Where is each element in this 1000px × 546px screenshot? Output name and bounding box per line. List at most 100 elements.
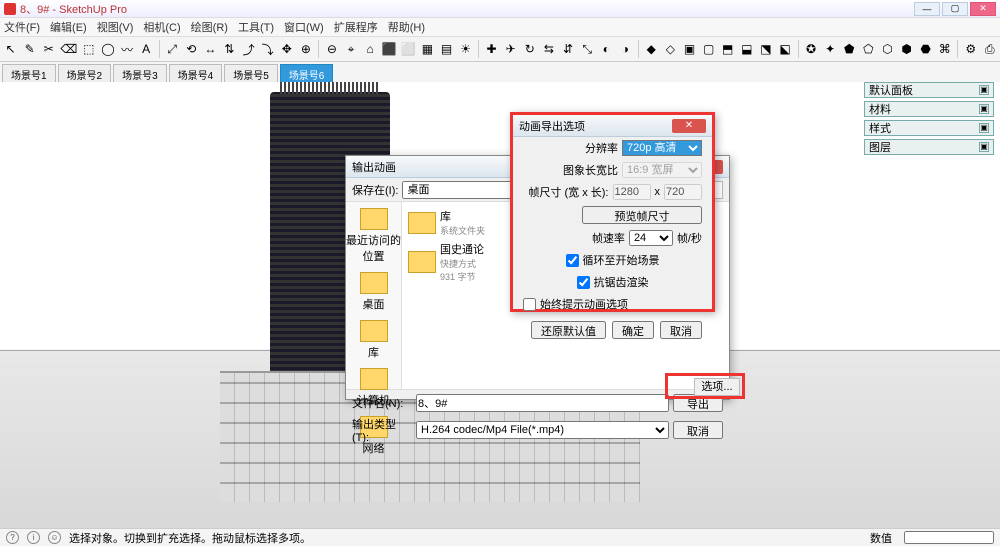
scene-tab[interactable]: 场景号5	[224, 64, 278, 82]
minimize-button[interactable]: —	[914, 2, 940, 16]
toolbar-button[interactable]: ✎	[21, 39, 38, 59]
toolbar-button[interactable]: ↖	[2, 39, 19, 59]
toolbar-button[interactable]: ◇	[662, 39, 679, 59]
places-item[interactable]: 桌面	[360, 272, 388, 312]
menu-item[interactable]: 帮助(H)	[388, 19, 425, 35]
toolbar-button[interactable]: ⇅	[221, 39, 238, 59]
toolbar-button[interactable]: ⬕	[777, 39, 794, 59]
toolbar-button[interactable]: ↻	[521, 39, 538, 59]
panel-header[interactable]: 材料▣	[864, 101, 994, 117]
scene-tab[interactable]: 场景号4	[169, 64, 223, 82]
toolbar-button[interactable]: ▤	[438, 39, 455, 59]
export-cancel-button[interactable]: 取消	[660, 321, 702, 339]
menu-item[interactable]: 编辑(E)	[50, 19, 87, 35]
toolbar-button[interactable]: ↔	[202, 39, 219, 59]
filetype-select[interactable]: H.264 codec/Mp4 File(*.mp4)	[416, 421, 669, 439]
toolbar-button[interactable]: ⬚	[80, 39, 97, 59]
toolbar-button[interactable]: ◐	[598, 39, 615, 59]
toolbar-button[interactable]: ⇵	[559, 39, 576, 59]
toolbar-button[interactable]: ☀	[457, 39, 474, 59]
toolbar-button[interactable]: ⌂	[362, 39, 379, 59]
toolbar-button[interactable]: ⤡	[579, 39, 596, 59]
resolution-select[interactable]: 720p 高清	[622, 140, 702, 156]
menu-item[interactable]: 绘图(R)	[191, 19, 228, 35]
toolbar-button[interactable]: ▢	[700, 39, 717, 59]
toolbar-button[interactable]: ▦	[419, 39, 436, 59]
fps-select[interactable]: 24	[629, 230, 673, 246]
status-text: 选择对象。切换到扩充选择。拖动鼠标选择多项。	[69, 530, 311, 546]
filename-input[interactable]	[416, 394, 669, 412]
toolbar-button[interactable]: ⌖	[342, 39, 359, 59]
scene-tab[interactable]: 场景号6	[280, 64, 334, 82]
toolbar-button[interactable]: ⊖	[323, 39, 340, 59]
user-icon[interactable]: ☺	[48, 531, 61, 544]
panel-header[interactable]: 图层▣	[864, 139, 994, 155]
loop-checkbox[interactable]	[566, 254, 579, 267]
export-dialog-title: 动画导出选项	[519, 118, 672, 134]
toolbar-button[interactable]: 〰	[119, 39, 136, 59]
toolbar-button[interactable]: ⬔	[757, 39, 774, 59]
frame-width-input	[613, 184, 651, 200]
places-item[interactable]: 库	[360, 320, 388, 360]
toolbar-button[interactable]: ✂	[40, 39, 57, 59]
toolbar-button[interactable]: ⤴	[240, 39, 257, 59]
always-prompt-checkbox[interactable]	[523, 298, 536, 311]
scene-tab[interactable]: 场景号3	[113, 64, 167, 82]
preview-size-button[interactable]: 预览帧尺寸	[582, 206, 702, 224]
toolbar-button[interactable]: ⌘	[936, 39, 953, 59]
toolbar-button[interactable]: ⬣	[917, 39, 934, 59]
help-icon[interactable]: ?	[6, 531, 19, 544]
cancel-button[interactable]: 取消	[673, 421, 723, 439]
toolbar-button[interactable]: ⌫	[59, 39, 78, 59]
measurements-input[interactable]	[904, 531, 994, 544]
toolbar-button[interactable]: ⬢	[898, 39, 915, 59]
toolbar-button[interactable]: ✪	[802, 39, 819, 59]
scene-tab[interactable]: 场景号1	[2, 64, 56, 82]
main-toolbar: ↖✎✂⌫⬚◯〰A ⤢⟲↔⇅⤴⤵✥⊕ ⊖⌖⌂⬛⬜▦▤☀ ✚✈↻⇆⇵⤡◐◑ ◆◇▣▢⬒⬓⬔⬕…	[0, 36, 1000, 62]
toolbar-button[interactable]: ⬒	[719, 39, 736, 59]
menu-item[interactable]: 相机(C)	[143, 19, 180, 35]
toolbar-button[interactable]: ⤵	[259, 39, 276, 59]
toolbar-button[interactable]: ◯	[99, 39, 116, 59]
places-item[interactable]: 最近访问的位置	[346, 208, 401, 264]
menu-item[interactable]: 视图(V)	[97, 19, 134, 35]
toolbar-button[interactable]: ⬓	[738, 39, 755, 59]
toolbar-button[interactable]: ⎙	[981, 39, 998, 59]
export-close-button[interactable]: ✕	[672, 119, 706, 133]
toolbar-button[interactable]: ⬡	[879, 39, 896, 59]
toolbar-button[interactable]: ✦	[822, 39, 839, 59]
menu-item[interactable]: 扩展程序	[334, 19, 378, 35]
toolbar-button[interactable]: ⊕	[297, 39, 314, 59]
info-icon[interactable]: i	[27, 531, 40, 544]
toolbar-button[interactable]: ⬠	[860, 39, 877, 59]
toolbar-button[interactable]: ⬛	[381, 39, 398, 59]
menu-item[interactable]: 文件(F)	[4, 19, 40, 35]
panel-header[interactable]: 默认面板▣	[864, 82, 994, 98]
close-button[interactable]: ✕	[970, 2, 996, 16]
scene-tab[interactable]: 场景号2	[58, 64, 112, 82]
menu-item[interactable]: 工具(T)	[238, 19, 274, 35]
menu-item[interactable]: 窗口(W)	[284, 19, 324, 35]
antialias-checkbox[interactable]	[577, 276, 590, 289]
toolbar-button[interactable]: ▣	[681, 39, 698, 59]
maximize-button[interactable]: ▢	[942, 2, 968, 16]
toolbar-button[interactable]: ◑	[617, 39, 634, 59]
panel-header[interactable]: 样式▣	[864, 120, 994, 136]
toolbar-button[interactable]: ✥	[278, 39, 295, 59]
toolbar-button[interactable]: ⬜	[400, 39, 417, 59]
toolbar-button[interactable]: ⟲	[183, 39, 200, 59]
toolbar-button[interactable]: ⬟	[841, 39, 858, 59]
toolbar-button[interactable]: ⤢	[164, 39, 181, 59]
ok-button[interactable]: 确定	[612, 321, 654, 339]
restore-defaults-button[interactable]: 还原默认值	[531, 321, 606, 339]
toolbar-button[interactable]: ⇆	[540, 39, 557, 59]
toolbar-button[interactable]: ✚	[483, 39, 500, 59]
measurements-label: 数值	[870, 530, 892, 546]
options-button[interactable]: 选项...	[694, 378, 740, 396]
toolbar-button[interactable]: ◆	[643, 39, 660, 59]
export-options-dialog: 动画导出选项 ✕ 分辨率 720p 高清 图象长宽比 16:9 宽屏 帧尺寸 (…	[510, 112, 715, 312]
toolbar-button[interactable]: ✈	[502, 39, 519, 59]
aspect-ratio-label: 图象长宽比	[563, 162, 618, 178]
toolbar-button[interactable]: A	[138, 39, 155, 59]
toolbar-button[interactable]: ⚙	[962, 39, 979, 59]
